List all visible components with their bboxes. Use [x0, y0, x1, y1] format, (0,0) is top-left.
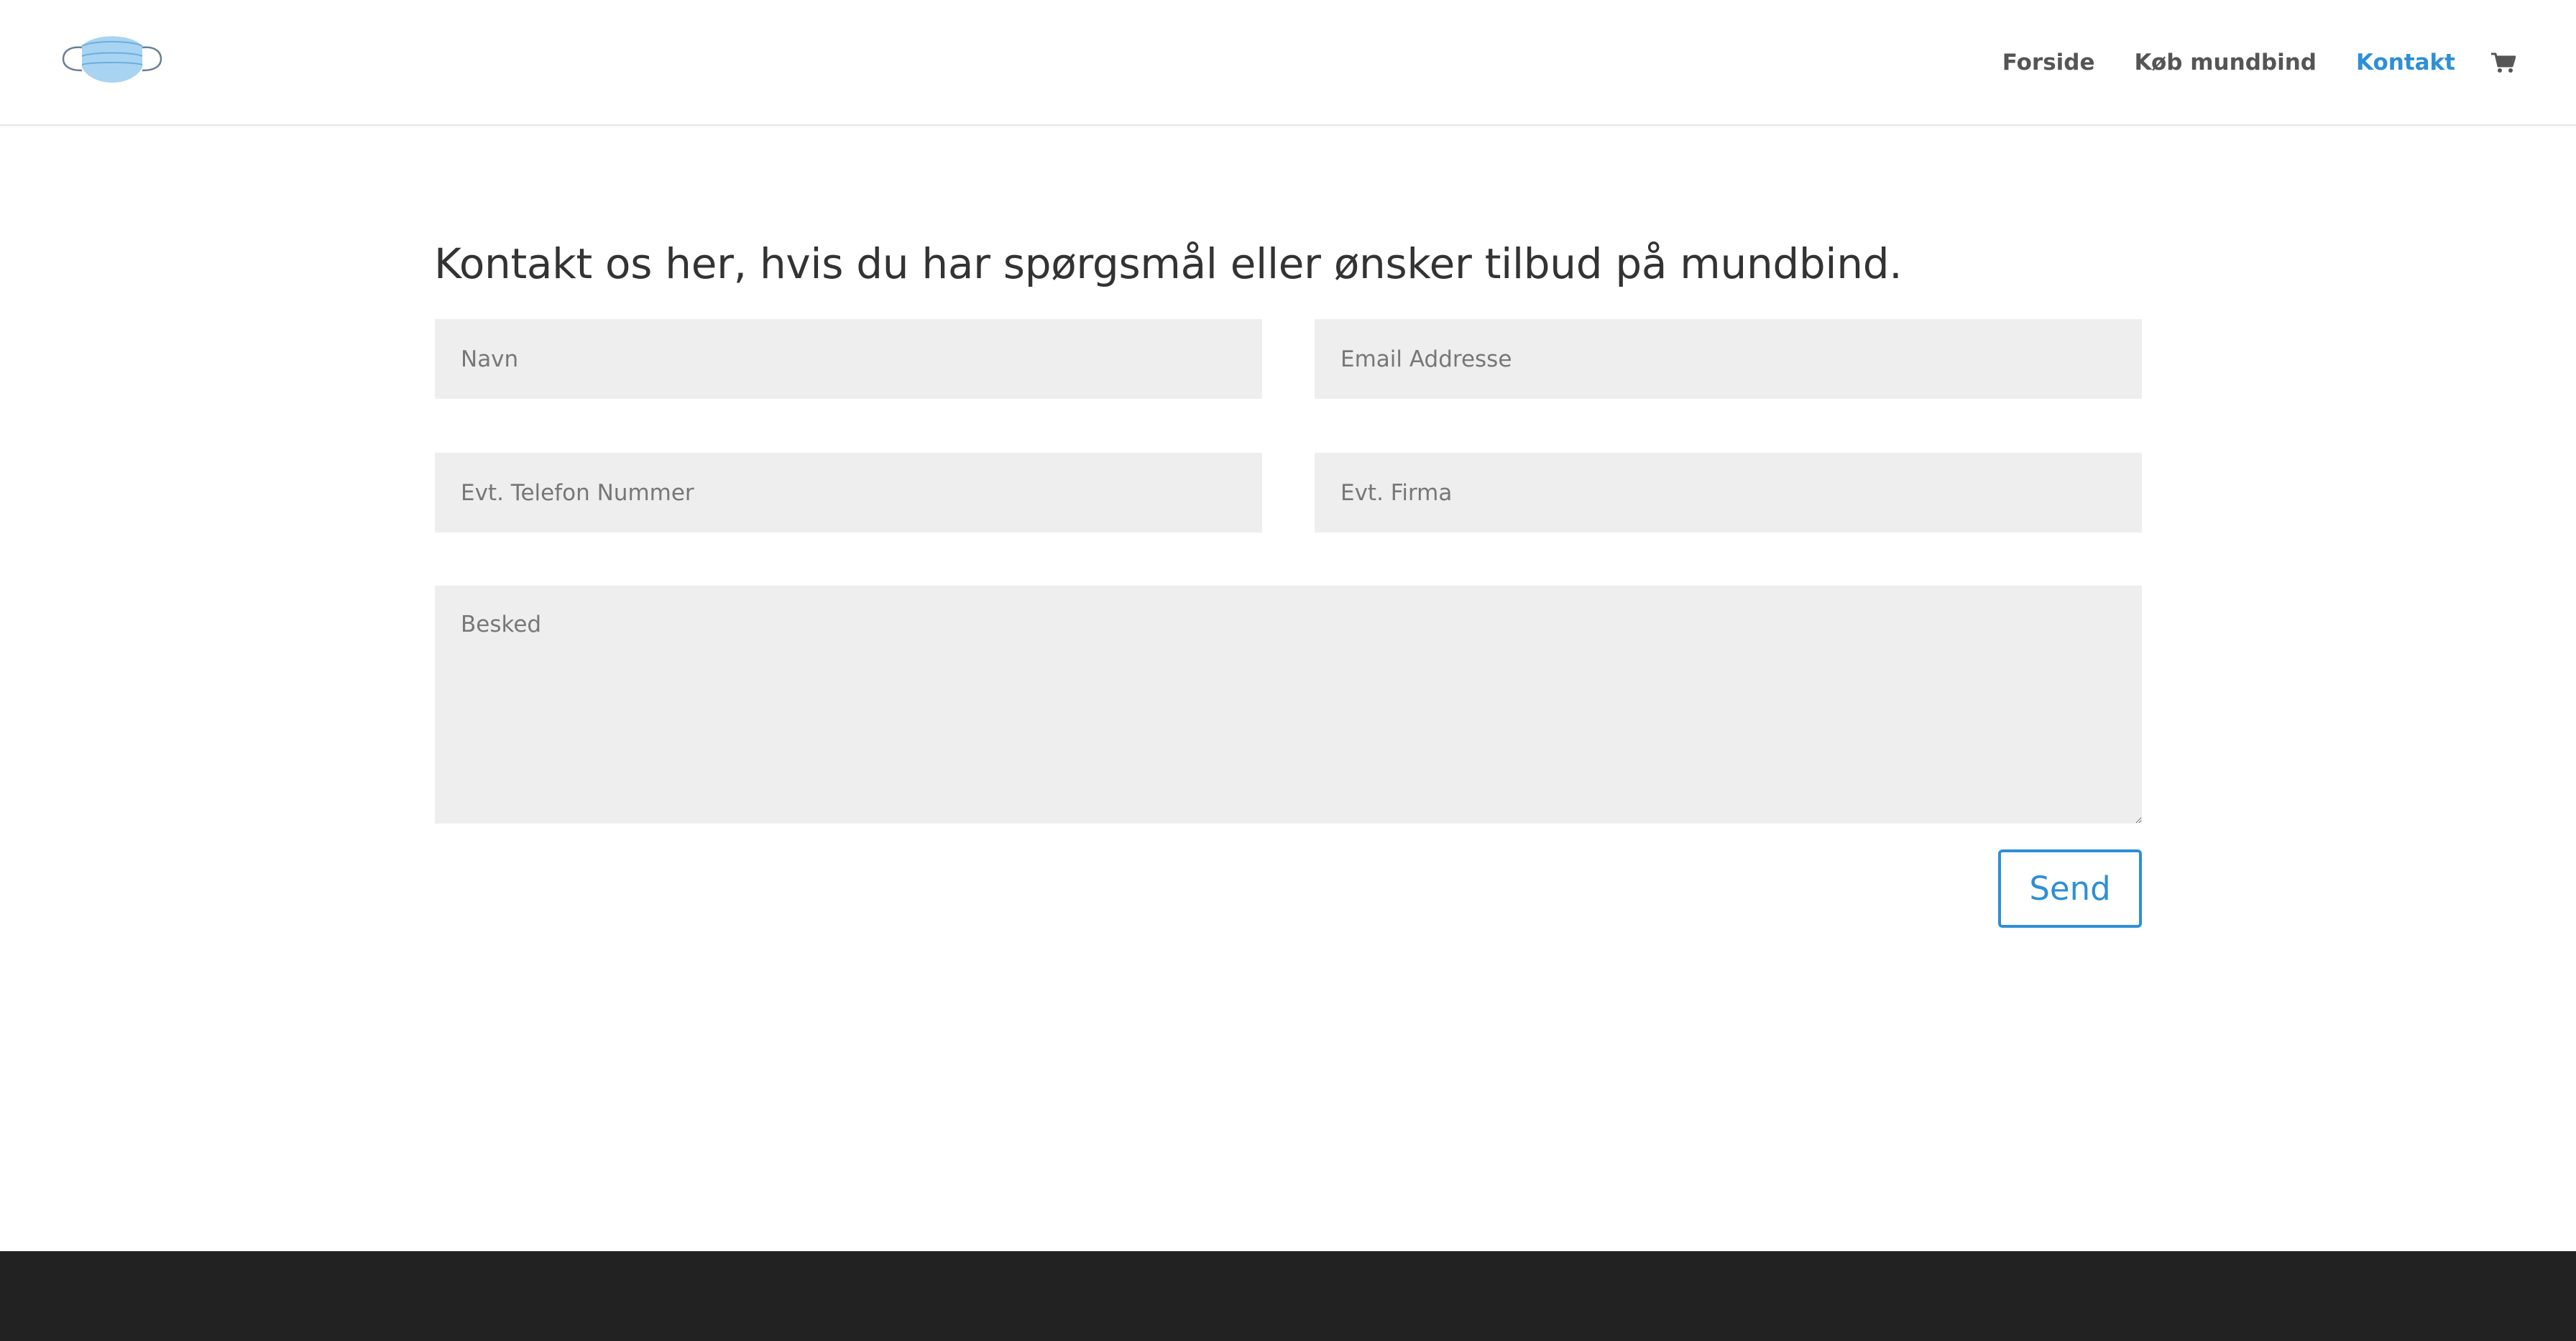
send-button[interactable]: Send	[1998, 849, 2142, 928]
email-field[interactable]	[1315, 319, 2142, 399]
shopping-cart-icon[interactable]	[2491, 52, 2516, 73]
site-footer	[0, 1251, 2576, 1341]
company-field[interactable]	[1315, 453, 2142, 533]
message-field[interactable]	[435, 586, 2142, 824]
nav-item-forside[interactable]: Forside	[2002, 50, 2095, 75]
phone-field[interactable]	[435, 453, 1262, 533]
name-field[interactable]	[435, 319, 1262, 399]
nav-item-kob-mundbind[interactable]: Køb mundbind	[2135, 50, 2317, 75]
site-header: Forside Køb mundbind Kontakt	[0, 0, 2576, 126]
nav-item-kontakt[interactable]: Kontakt	[2356, 50, 2455, 75]
main-nav: Forside Køb mundbind Kontakt	[1963, 0, 2516, 124]
page-title: Kontakt os her, hvis du har spørgsmål el…	[434, 239, 1903, 288]
face-mask-icon[interactable]	[60, 30, 164, 89]
contact-section: Kontakt os her, hvis du har spørgsmål el…	[434, 237, 2142, 291]
